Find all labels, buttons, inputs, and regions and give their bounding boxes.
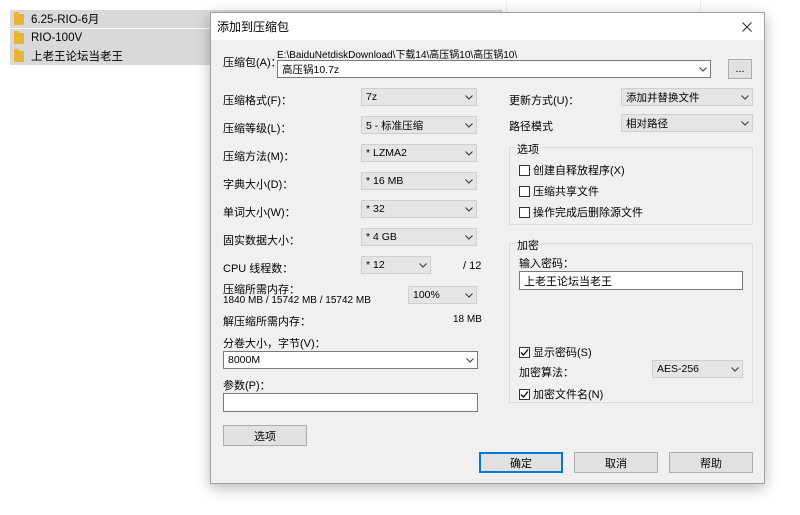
algorithm-select[interactable]: AES-256: [652, 360, 743, 378]
chevron-down-icon: [696, 61, 710, 77]
archive-path: E:\BaiduNetdiskDownload\下载14\高压锅10\高压锅10…: [277, 50, 518, 61]
folder-icon: [14, 30, 24, 44]
password-input[interactable]: 上老王论坛当老王: [519, 271, 743, 290]
checkbox-box: [519, 185, 530, 197]
mem-compress-detail: 1840 MB / 15742 MB / 15742 MB: [223, 295, 371, 306]
chevron-down-icon: [462, 173, 476, 189]
mem-compress-value: 100%: [413, 289, 440, 301]
level-value: 5 - 标准压缩: [366, 119, 424, 132]
dict-size-select[interactable]: * 16 MB: [361, 172, 477, 190]
solid-block-label: 固实数据大小：: [223, 235, 300, 247]
encrypt-names-label: 加密文件名(N): [533, 389, 604, 401]
checkbox-box: [519, 388, 530, 400]
add-to-archive-dialog: 添加到压缩包 压缩包(A)： E:\BaiduNetdiskDownload\下…: [210, 12, 765, 484]
solid-block-select[interactable]: * 4 GB: [361, 228, 477, 246]
dialog-title: 添加到压缩包: [217, 20, 290, 34]
encrypt-names-checkbox[interactable]: 加密文件名(N): [519, 386, 603, 402]
delete-after-checkbox[interactable]: 操作完成后删除源文件: [519, 204, 643, 220]
checkbox-box: [519, 206, 530, 218]
chevron-down-icon: [462, 89, 476, 105]
delete-after-label: 操作完成后删除源文件: [533, 207, 643, 219]
dialog-titlebar[interactable]: 添加到压缩包: [211, 13, 764, 40]
chevron-down-icon: [462, 287, 476, 303]
shared-files-checkbox[interactable]: 压缩共享文件: [519, 183, 599, 199]
volume-label: 分卷大小，字节(V)：: [223, 338, 326, 350]
file-name: 上老王论坛当老王: [31, 51, 123, 63]
cpu-threads-value: * 12: [366, 259, 385, 271]
format-select[interactable]: 7z: [361, 88, 477, 106]
archive-filename-combo[interactable]: 高压锅10.7z: [277, 60, 711, 78]
password-label: 输入密码：: [519, 258, 574, 270]
chevron-down-icon: [463, 352, 477, 368]
format-value: 7z: [366, 91, 378, 103]
word-size-select[interactable]: * 32: [361, 200, 477, 218]
dict-size-value: * 16 MB: [366, 175, 404, 187]
file-name: 6.25-RIO-6月: [31, 14, 100, 26]
mem-compress-select[interactable]: 100%: [408, 286, 477, 304]
cpu-threads-label: CPU 线程数：: [223, 263, 294, 275]
word-size-label: 单词大小(W)：: [223, 207, 296, 219]
chevron-down-icon: [728, 361, 742, 377]
path-mode-label: 路径模式: [509, 121, 553, 133]
chevron-down-icon: [462, 201, 476, 217]
encryption-group-title: 加密: [515, 237, 541, 253]
method-select[interactable]: * LZMA2: [361, 144, 477, 162]
level-select[interactable]: 5 - 标准压缩: [361, 116, 477, 134]
mem-decompress-value: 18 MB: [453, 314, 482, 325]
options-group-title: 选项: [515, 141, 541, 157]
chevron-down-icon: [462, 145, 476, 161]
cpu-threads-select[interactable]: * 12: [361, 256, 431, 274]
shared-files-label: 压缩共享文件: [533, 186, 599, 198]
archive-filename: 高压锅10.7z: [282, 63, 340, 76]
format-label: 压缩格式(F)：: [223, 95, 293, 107]
show-password-label: 显示密码(S): [533, 347, 592, 359]
params-input[interactable]: [223, 393, 478, 412]
dict-size-label: 字典大小(D)：: [223, 179, 294, 191]
word-size-value: * 32: [366, 203, 385, 215]
show-password-checkbox[interactable]: 显示密码(S): [519, 344, 592, 360]
method-value: * LZMA2: [366, 147, 407, 159]
volume-combo[interactable]: 8000M: [223, 351, 478, 369]
close-button[interactable]: [730, 13, 764, 40]
sfx-checkbox[interactable]: 创建自释放程序(X): [519, 162, 625, 178]
solid-block-value: * 4 GB: [366, 231, 397, 243]
chevron-down-icon: [462, 117, 476, 133]
sfx-label: 创建自释放程序(X): [533, 165, 625, 177]
chevron-down-icon: [416, 257, 430, 273]
method-label: 压缩方法(M)：: [223, 151, 295, 163]
close-icon: [742, 21, 752, 32]
options-button[interactable]: 选项: [223, 425, 307, 446]
browse-button[interactable]: ...: [728, 59, 752, 79]
mem-decompress-label: 解压缩所需内存：: [223, 316, 311, 328]
chevron-down-icon: [738, 115, 752, 131]
archive-label: 压缩包(A)：: [223, 57, 282, 69]
cancel-button[interactable]: 取消: [574, 452, 658, 473]
checkmark-icon: [520, 348, 529, 356]
level-label: 压缩等级(L)：: [223, 123, 292, 135]
checkmark-icon: [520, 390, 529, 398]
cpu-threads-max: / 12: [463, 260, 482, 272]
params-label: 参数(P)：: [223, 380, 271, 392]
update-mode-value: 添加并替换文件: [626, 91, 700, 104]
update-mode-label: 更新方式(U)：: [509, 95, 580, 107]
help-button[interactable]: 帮助: [669, 452, 753, 473]
update-mode-select[interactable]: 添加并替换文件: [621, 88, 753, 106]
volume-value: 8000M: [228, 354, 261, 366]
checkbox-box: [519, 346, 530, 358]
algorithm-value: AES-256: [657, 363, 700, 375]
path-mode-value: 相对路径: [626, 117, 668, 130]
ok-button[interactable]: 确定: [479, 452, 563, 473]
algorithm-label: 加密算法：: [519, 367, 574, 379]
path-mode-select[interactable]: 相对路径: [621, 114, 753, 132]
file-name: RIO-100V: [31, 32, 83, 44]
chevron-down-icon: [738, 89, 752, 105]
chevron-down-icon: [462, 229, 476, 245]
folder-icon: [14, 48, 24, 62]
checkbox-box: [519, 164, 530, 176]
folder-icon: [14, 11, 24, 25]
